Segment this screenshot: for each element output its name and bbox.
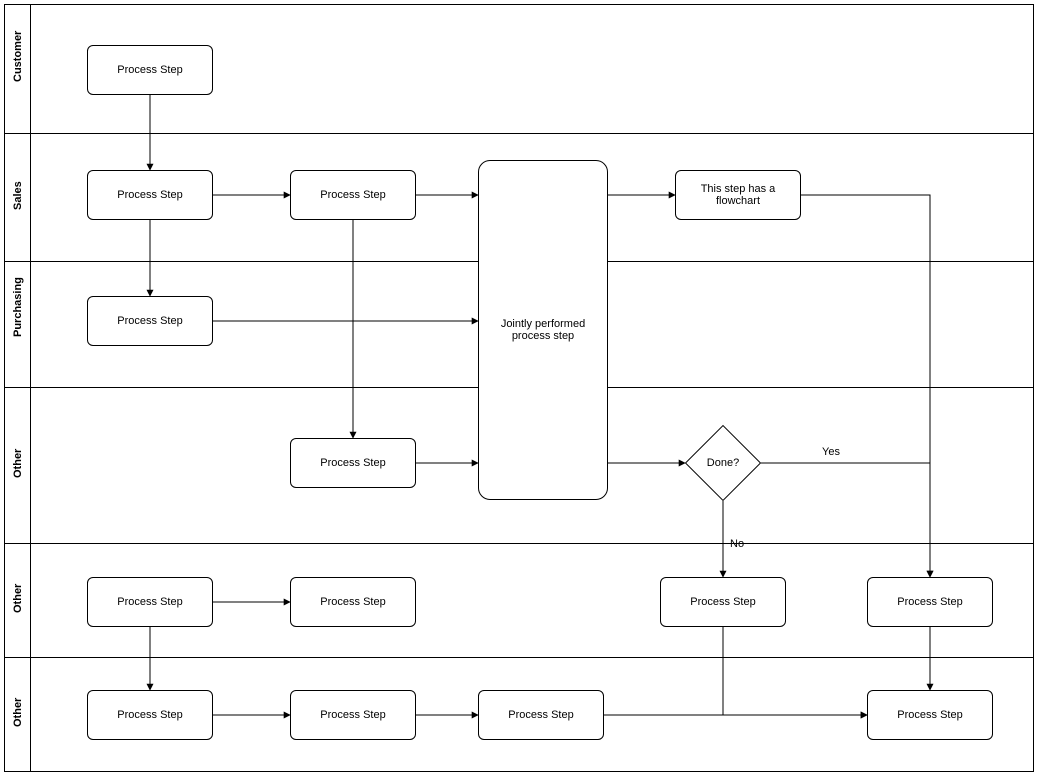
- node-process-step: Process Step: [290, 438, 416, 488]
- edge-label-no: No: [728, 538, 746, 550]
- node-joint-process-step: Jointly performed process step: [478, 160, 608, 500]
- node-process-step: Process Step: [87, 296, 213, 346]
- node-process-step: Process Step: [660, 577, 786, 627]
- node-process-step: Process Step: [87, 170, 213, 220]
- edge-label-yes: Yes: [820, 446, 842, 458]
- node-process-step: Process Step: [867, 690, 993, 740]
- node-process-step: Process Step: [87, 45, 213, 95]
- swimlane-diagram: Customer Sales Purchasing Other Other Ot…: [0, 0, 1039, 776]
- lane-label-other-2: Other: [12, 587, 24, 613]
- lane-label-purchasing: Purchasing: [12, 311, 24, 337]
- node-process-step: Process Step: [290, 577, 416, 627]
- node-process-step: Process Step: [867, 577, 993, 627]
- node-process-step: Process Step: [290, 690, 416, 740]
- node-process-step: Process Step: [87, 577, 213, 627]
- lane-label-customer: Customer: [12, 56, 24, 82]
- lane-label-other-3: Other: [12, 701, 24, 727]
- decision-label: Done?: [696, 436, 750, 490]
- node-process-step: Process Step: [87, 690, 213, 740]
- lane-divider: [5, 657, 1033, 658]
- node-flowchart-step: This step has a flowchart: [675, 170, 801, 220]
- lane-divider: [5, 133, 1033, 134]
- lane-label-other-1: Other: [12, 452, 24, 478]
- lane-label-sales: Sales: [12, 184, 24, 210]
- decision-done: Done?: [696, 436, 750, 490]
- node-process-step: Process Step: [478, 690, 604, 740]
- lane-divider: [5, 543, 1033, 544]
- node-process-step: Process Step: [290, 170, 416, 220]
